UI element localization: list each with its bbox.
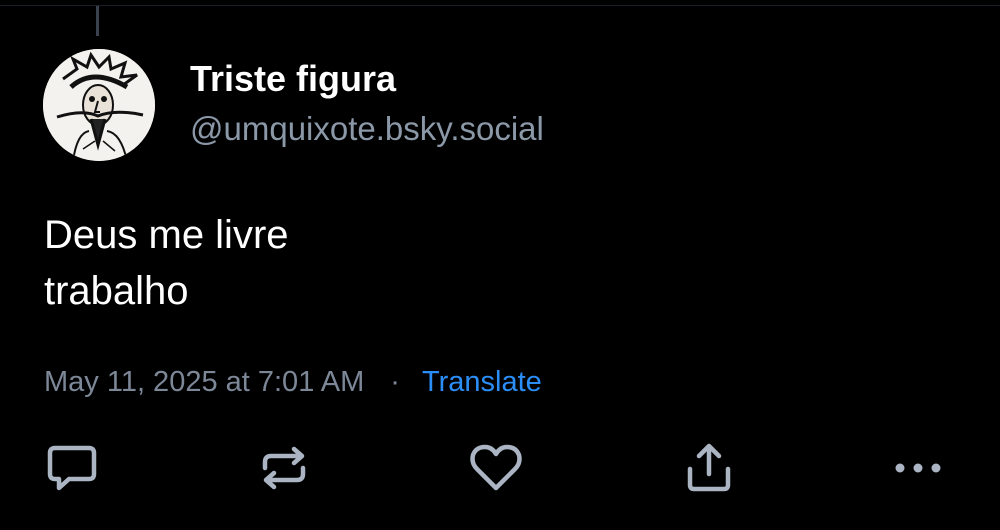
like-button[interactable] (468, 440, 524, 496)
speech-bubble-icon (47, 445, 97, 491)
translate-link[interactable]: Translate (422, 366, 542, 399)
thread-connector-line (96, 6, 99, 36)
more-options-button[interactable] (890, 440, 946, 496)
author-handle[interactable]: @umquixote.bsky.social (190, 110, 544, 148)
share-button[interactable] (681, 440, 737, 496)
ellipsis-icon (895, 463, 941, 473)
reply-button[interactable] (44, 440, 100, 496)
post-text-line: trabalho (44, 269, 189, 313)
meta-separator: · (390, 366, 400, 398)
share-upload-icon (687, 443, 731, 492)
repost-button[interactable] (256, 440, 312, 496)
quixote-sketch-icon (43, 49, 155, 161)
post-text-line: Deus me livre (44, 213, 289, 257)
top-divider (0, 5, 1000, 6)
heart-icon (470, 444, 522, 491)
post-meta: May 11, 2025 at 7:01 AM · Translate (44, 366, 542, 399)
post-text: Deus me livre trabalho (44, 207, 289, 319)
avatar[interactable] (43, 49, 155, 161)
repost-arrows-icon (262, 446, 306, 490)
post-timestamp: May 11, 2025 at 7:01 AM (44, 366, 365, 398)
author-display-name[interactable]: Triste figura (190, 58, 396, 100)
